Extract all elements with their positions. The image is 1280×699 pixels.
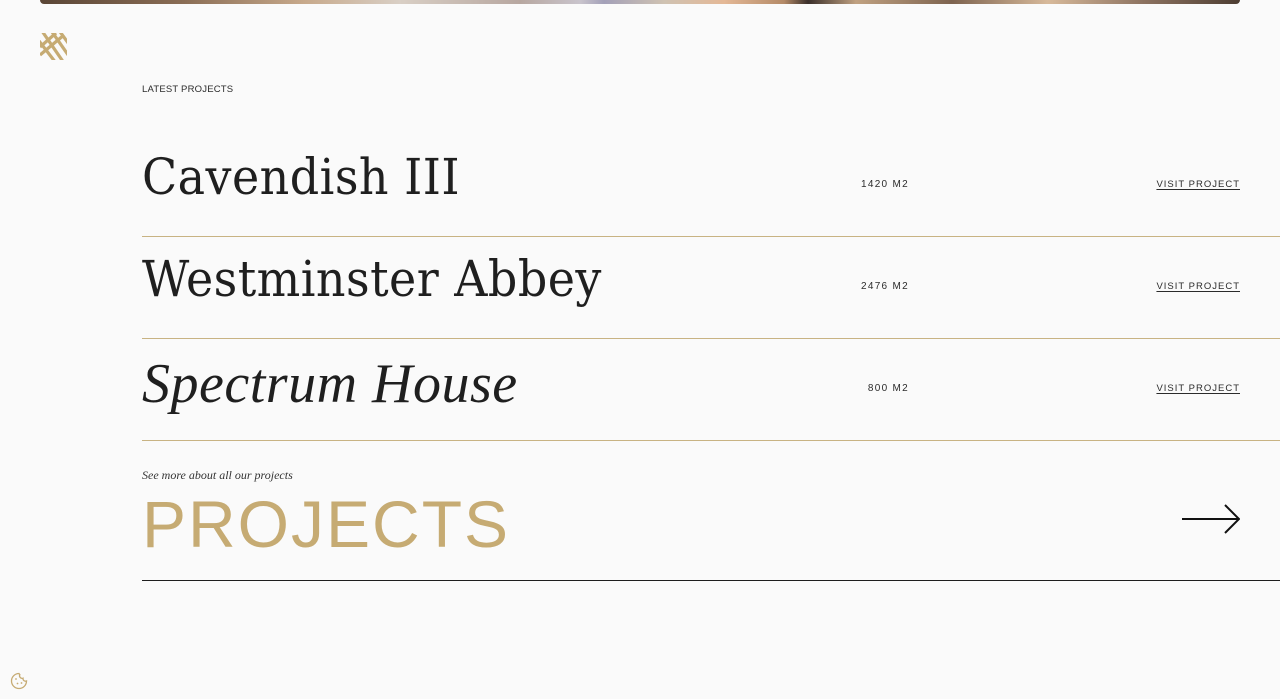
project-row[interactable]: Spectrum House 800 M2 VISIT PROJECT — [142, 338, 1280, 441]
project-area: 1420 M2 — [860, 179, 909, 190]
cookie-icon[interactable] — [10, 672, 28, 690]
project-row[interactable]: Westminster Abbey 2476 M2 VISIT PROJECT — [142, 236, 1280, 339]
visit-project-link[interactable]: VISIT PROJECT — [1156, 179, 1240, 190]
visit-project-link[interactable]: VISIT PROJECT — [1156, 281, 1240, 292]
visit-project-link[interactable]: VISIT PROJECT — [1156, 383, 1240, 394]
project-area: 2476 M2 — [860, 281, 909, 292]
brand-logo-icon[interactable] — [40, 33, 67, 60]
project-row[interactable]: Cavendish III 1420 M2 VISIT PROJECT — [142, 134, 1280, 237]
project-name: Spectrum House — [142, 353, 518, 415]
more-title: PROJECTS — [142, 487, 511, 561]
projects-more-link[interactable]: See more about all our projects PROJECTS — [142, 442, 1280, 581]
arrow-right-icon[interactable] — [1182, 503, 1240, 535]
section-label: LATEST PROJECTS — [142, 84, 234, 95]
more-caption: See more about all our projects — [142, 468, 293, 482]
project-name: Westminster Abbey — [142, 250, 602, 308]
project-name: Cavendish III — [142, 148, 460, 206]
project-area: 800 M2 — [867, 383, 909, 394]
hero-image-strip — [40, 0, 1240, 4]
